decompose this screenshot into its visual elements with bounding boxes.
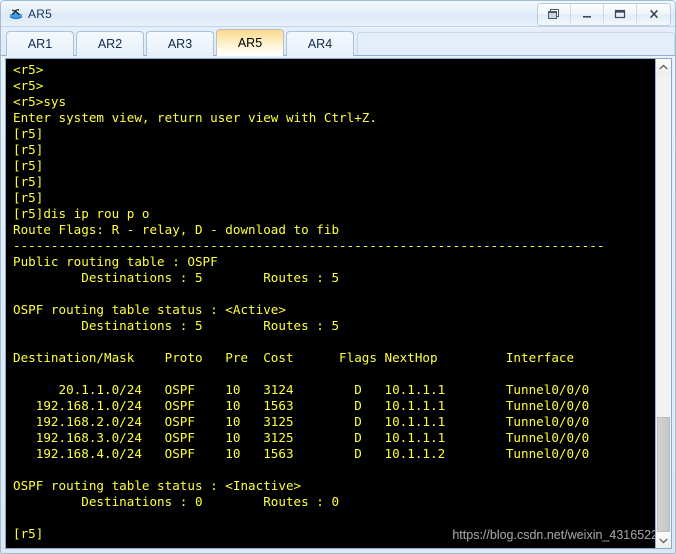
terminal-line: <r5> (13, 78, 44, 93)
terminal-line: OSPF routing table status : <Active> (13, 302, 286, 317)
window-controls (537, 3, 671, 26)
terminal-output[interactable]: <r5> <r5> <r5>sys Enter system view, return… (6, 59, 655, 548)
router-icon (7, 5, 25, 23)
terminal-scrollbar[interactable] (655, 59, 671, 548)
terminal-line: Destinations : 5 Routes : 5 (13, 270, 340, 285)
terminal-line: 192.168.1.0/24 OSPF 10 1563 D 10.1.1.1 T… (13, 398, 590, 413)
tab-ar4[interactable]: AR4 (286, 31, 354, 56)
tab-ar2[interactable]: AR2 (76, 31, 144, 56)
terminal-line: Route Flags: R - relay, D - download to … (13, 222, 340, 237)
terminal-line: 192.168.4.0/24 OSPF 10 1563 D 10.1.1.2 T… (13, 446, 590, 461)
terminal-line: 20.1.1.0/24 OSPF 10 3124 D 10.1.1.1 Tunn… (13, 382, 590, 397)
scroll-up-arrow-icon[interactable] (656, 59, 671, 75)
terminal-panel: <r5> <r5> <r5>sys Enter system view, return… (5, 58, 672, 549)
close-window-button[interactable] (637, 4, 670, 23)
terminal-line: 192.168.3.0/24 OSPF 10 3125 D 10.1.1.1 T… (13, 430, 590, 445)
terminal-line: Destinations : 0 Routes : 0 (13, 494, 340, 509)
terminal-line: [r5] (13, 174, 44, 189)
terminal-line: Destinations : 5 Routes : 5 (13, 318, 340, 333)
tab-ar5[interactable]: AR5 (216, 29, 284, 56)
tab-ar1[interactable]: AR1 (6, 31, 74, 56)
terminal-line: OSPF routing table status : <Inactive> (13, 478, 302, 493)
tab-bar-filler (357, 32, 675, 56)
minimize-window-button[interactable] (571, 4, 604, 23)
terminal-line: [r5] (13, 142, 44, 157)
terminal-line: [r5] (13, 126, 44, 141)
terminal-line: Destination/Mask Proto Pre Cost Flags Ne… (13, 350, 575, 365)
tab-label: AR5 (237, 36, 263, 50)
tab-label: AR1 (27, 37, 53, 51)
tab-label: AR4 (307, 37, 333, 51)
tab-ar3[interactable]: AR3 (146, 31, 214, 56)
terminal-line: ----------------------------------------… (13, 238, 605, 253)
terminal-line: 192.168.2.0/24 OSPF 10 3125 D 10.1.1.1 T… (13, 414, 590, 429)
title-bar: AR5 (1, 1, 675, 27)
ensp-cli-window: AR5 AR1 AR2 AR3 AR5 AR4 <r5> <r5> <r5>sy… (0, 0, 676, 554)
terminal-line: <r5> (13, 62, 44, 77)
tab-label: AR3 (167, 37, 193, 51)
terminal-line: [r5] (13, 158, 44, 173)
maximize-window-button[interactable] (604, 4, 637, 23)
terminal-line: Enter system view, return user view with… (13, 110, 377, 125)
terminal-line: Public routing table : OSPF (13, 254, 218, 269)
restore-window-button[interactable] (538, 4, 571, 23)
scrollbar-track[interactable] (656, 75, 671, 532)
window-title: AR5 (28, 6, 52, 21)
terminal-line: [r5] (13, 526, 44, 541)
scroll-down-arrow-icon[interactable] (656, 532, 671, 548)
tab-label: AR2 (97, 37, 123, 51)
terminal-line: [r5]dis ip rou p o (13, 206, 150, 221)
device-tab-bar: AR1 AR2 AR3 AR5 AR4 (1, 27, 675, 56)
terminal-line: [r5] (13, 190, 44, 205)
scrollbar-thumb[interactable] (657, 417, 670, 532)
terminal-line: <r5>sys (13, 94, 67, 109)
